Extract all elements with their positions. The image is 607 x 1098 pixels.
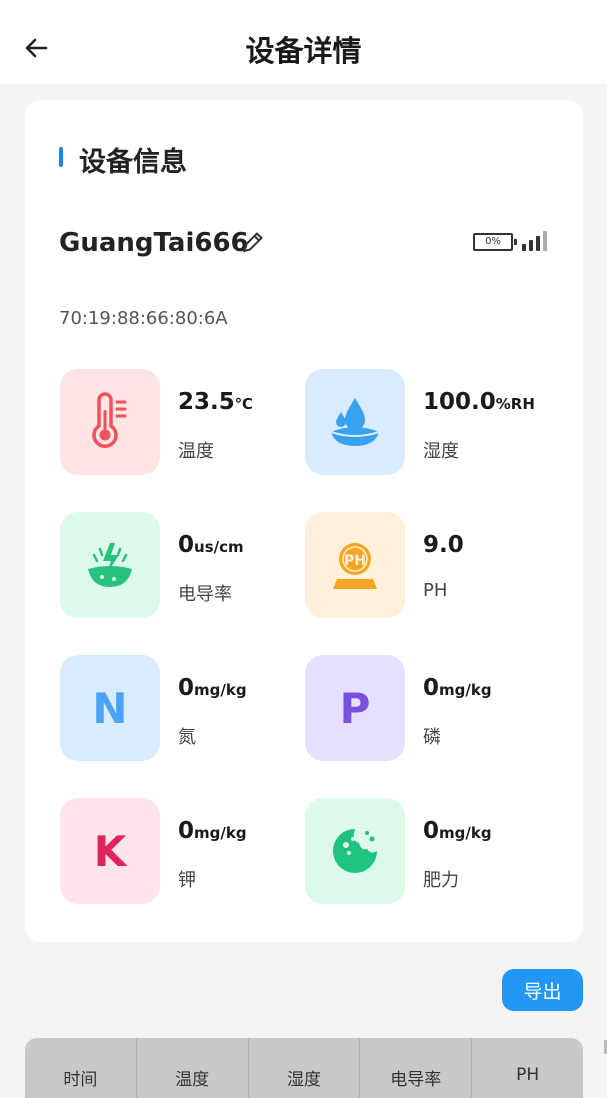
humidity-number: 100.0 (423, 389, 496, 415)
column-header-time[interactable]: 时间 (25, 1038, 137, 1098)
humidity-label: 湿度 (423, 441, 459, 462)
humidity-unit: %RH (495, 395, 535, 413)
fertility-tile (305, 798, 405, 904)
edit-name-button[interactable] (239, 228, 269, 258)
phosphorus-tile: P (305, 655, 405, 761)
column-header-ph[interactable]: PH (472, 1038, 583, 1098)
fertility-label: 肥力 (423, 870, 459, 891)
conductivity-label: 电导率 (178, 584, 232, 605)
potassium-tile: K (60, 798, 160, 904)
potassium-k-icon: K (93, 826, 127, 876)
ph-meter-icon: PH (333, 543, 377, 589)
data-table-header: 时间 温度 湿度 电导率 PH (25, 1038, 583, 1098)
phosphorus-label: 磷 (423, 727, 441, 748)
mac-address: 70:19:88:66:80:6A (59, 308, 228, 329)
ph-tile: PH (305, 512, 405, 618)
page-title: 设备详情 (245, 34, 362, 68)
signal-icon (522, 231, 547, 251)
phosphorus-unit: mg/kg (439, 681, 492, 699)
nitrogen-value: 0mg/kg (178, 675, 247, 701)
pencil-icon (243, 232, 263, 252)
conductivity-tile (60, 512, 160, 618)
conductivity-number: 0 (178, 532, 195, 558)
temperature-tile (60, 369, 160, 475)
conductivity-unit: us/cm (194, 538, 244, 556)
phosphorus-p-icon: P (339, 683, 371, 733)
column-header-humidity[interactable]: 湿度 (249, 1038, 361, 1098)
potassium-unit: mg/kg (194, 824, 247, 842)
soil-electric-icon (88, 543, 132, 587)
column-header-conductivity[interactable]: 电导率 (360, 1038, 473, 1098)
section-title: 设备信息 (79, 147, 187, 178)
device-name: GuangTai666 (59, 228, 249, 258)
fertility-unit: mg/kg (439, 824, 492, 842)
fertility-value: 0mg/kg (423, 818, 492, 844)
ph-label: PH (423, 580, 448, 601)
thermometer-icon (92, 392, 127, 448)
section-accent-bar (59, 147, 63, 167)
ph-number: 9.0 (423, 532, 464, 558)
temperature-value: 23.5℃ (178, 389, 253, 415)
humidity-value: 100.0%RH (423, 389, 535, 415)
nitrogen-tile: N (60, 655, 160, 761)
svg-text:PH: PH (344, 553, 366, 569)
column-header-temperature[interactable]: 温度 (137, 1038, 249, 1098)
ph-value: 9.0 (423, 532, 464, 558)
fertility-icon (333, 829, 377, 873)
nitrogen-label: 氮 (178, 727, 196, 748)
app-header: 设备详情 (0, 0, 607, 84)
nitrogen-unit: mg/kg (194, 681, 247, 699)
nitrogen-n-icon: N (92, 683, 128, 733)
water-drop-icon (330, 398, 380, 446)
battery-icon: 0% (473, 233, 517, 251)
phosphorus-number: 0 (423, 675, 440, 701)
potassium-label: 钾 (178, 870, 196, 891)
humidity-tile (305, 369, 405, 475)
export-button[interactable]: 导出 (502, 969, 583, 1011)
temperature-number: 23.5 (178, 389, 235, 415)
device-info-card: 设备信息 GuangTai666 0% 70:19:88:66:80:6A 23… (25, 100, 583, 942)
potassium-value: 0mg/kg (178, 818, 247, 844)
potassium-number: 0 (178, 818, 195, 844)
temperature-unit: ℃ (234, 395, 253, 413)
nitrogen-number: 0 (178, 675, 195, 701)
fertility-number: 0 (423, 818, 440, 844)
conductivity-value: 0us/cm (178, 532, 244, 558)
phosphorus-value: 0mg/kg (423, 675, 492, 701)
temperature-label: 温度 (178, 441, 214, 462)
